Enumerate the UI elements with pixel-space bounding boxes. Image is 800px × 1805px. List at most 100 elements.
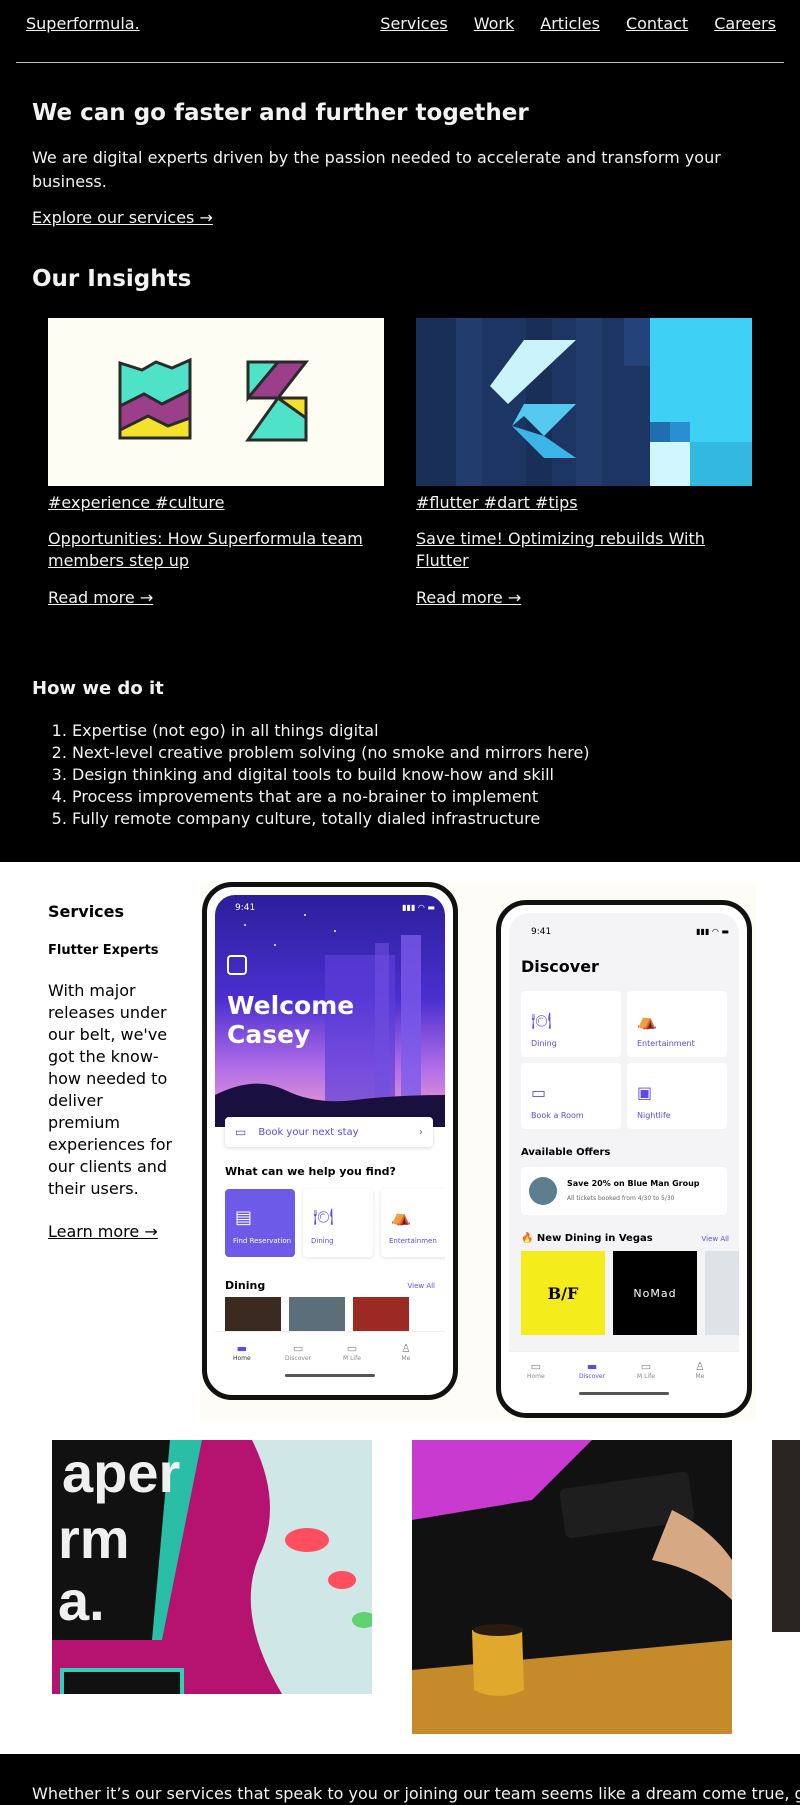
- tab-discover[interactable]: ▭ Discover: [285, 1342, 311, 1362]
- nav-careers[interactable]: Careers: [714, 14, 776, 33]
- tile-label: Dining: [531, 1039, 557, 1048]
- insight-title-link[interactable]: Opportunities: How Superformula team mem…: [48, 528, 384, 572]
- nav-articles[interactable]: Articles: [540, 14, 600, 33]
- list-item: Next-level creative problem solving (no …: [72, 742, 590, 764]
- bed-icon: ▭: [531, 1083, 547, 1102]
- restaurant-card[interactable]: [705, 1251, 739, 1335]
- dining-photo[interactable]: [289, 1297, 345, 1331]
- list-item: Process improvements that are a no-brain…: [72, 786, 590, 808]
- tab-label: Me: [695, 1373, 705, 1380]
- nav-services[interactable]: Services: [380, 14, 447, 33]
- stickers-image: aper rm a.: [52, 1440, 372, 1694]
- tab-mlife[interactable]: ▭ M Life: [637, 1360, 655, 1380]
- phone-mockup-discover: 9:41 ▮▮▮ ◠ ▬ Discover 🍽 Dining ⛺ Enterta…: [496, 900, 752, 1418]
- help-heading: What can we help you find?: [225, 1165, 396, 1178]
- home-icon: ▬: [236, 1342, 248, 1355]
- nav-contact[interactable]: Contact: [626, 14, 688, 33]
- person-icon: ♙: [401, 1342, 411, 1355]
- nav-work[interactable]: Work: [474, 14, 515, 33]
- hero-text: We are digital experts driven by the pas…: [32, 148, 721, 191]
- services-column: Services Flutter Experts With major rele…: [48, 902, 176, 1241]
- tile-label: Nightlife: [637, 1111, 671, 1120]
- phone-mockup-home: 9:41 ▮▮▮ ◠ ▬ Welcome Casey ▭ Book your n…: [202, 882, 458, 1400]
- insight-tags[interactable]: #experience #culture: [48, 492, 384, 514]
- home-icon: ▭: [530, 1360, 542, 1373]
- tab-label: M Life: [637, 1373, 655, 1380]
- sticker-photo: aper rm a.: [52, 1440, 372, 1694]
- discover-icon: ▬: [586, 1360, 598, 1373]
- top-navigation: Superformula. Services Work Articles Con…: [16, 0, 784, 63]
- tab-label: Home: [233, 1355, 251, 1362]
- tile-label: Book a Room: [531, 1111, 584, 1120]
- insight-card: #experience #culture Opportunities: How …: [48, 318, 384, 607]
- phone-screen: 9:41 ▮▮▮ ◠ ▬ Welcome Casey ▭ Book your n…: [215, 895, 445, 1389]
- status-icons: ▮▮▮ ◠ ▬: [402, 903, 435, 912]
- tab-mlife[interactable]: ▭ M Life: [343, 1342, 361, 1362]
- services-text: With major releases under our belt, we'v…: [48, 981, 173, 1198]
- read-more-link[interactable]: Read more →: [416, 588, 752, 607]
- footer-cta-band: Whether it’s our services that speak to …: [0, 1754, 800, 1805]
- insight-thumbnail-culture[interactable]: [48, 318, 384, 486]
- hero-title: We can go faster and further together: [32, 100, 529, 126]
- tile-find-reservation[interactable]: ▤ Find Reservation: [225, 1189, 295, 1257]
- tab-me[interactable]: ♙ Me: [401, 1342, 411, 1362]
- dining-photo[interactable]: [353, 1297, 409, 1331]
- speaker-icon: ▣: [637, 1083, 653, 1102]
- tab-label: Discover: [285, 1355, 312, 1362]
- offer-subtitle: All tickets booked from 4/30 to 5/30: [567, 1195, 675, 1202]
- tile-dining[interactable]: 🍽 Dining: [303, 1189, 373, 1257]
- tab-label: Discover: [579, 1373, 606, 1380]
- footer-cta-text: Whether it’s our services that speak to …: [32, 1784, 800, 1803]
- view-all-link[interactable]: View All: [407, 1282, 435, 1290]
- svg-text:aper: aper: [62, 1441, 180, 1504]
- tile-book-room[interactable]: ▭ Book a Room: [521, 1063, 621, 1129]
- phone-mockups: 9:41 ▮▮▮ ◠ ▬ Welcome Casey ▭ Book your n…: [200, 882, 756, 1422]
- dining-photo[interactable]: [225, 1297, 281, 1331]
- home-indicator: [285, 1374, 375, 1377]
- logo-link[interactable]: Superformula.: [26, 14, 140, 33]
- welcome-text: Welcome Casey: [227, 991, 355, 1049]
- view-all-link[interactable]: View All: [701, 1235, 729, 1243]
- tile-nightlife[interactable]: ▣ Nightlife: [627, 1063, 727, 1129]
- bottom-tab-bar: ▭ Home ▬ Discover ▭ M Life ♙ Me: [509, 1351, 739, 1407]
- mgm-logo-icon: [227, 955, 247, 975]
- svg-text:a.: a.: [58, 1569, 105, 1632]
- dining-heading: Dining: [225, 1279, 266, 1292]
- tab-home[interactable]: ▬ Home: [233, 1342, 251, 1362]
- insight-card: #flutter #dart #tips Save time! Optimizi…: [416, 318, 752, 607]
- hero-section: We can go faster and further together We…: [32, 100, 772, 227]
- offer-thumbnail: [529, 1177, 557, 1205]
- book-icon: ▤: [235, 1207, 253, 1228]
- discover-title: Discover: [521, 957, 599, 976]
- insight-title-link[interactable]: Save time! Optimizing rebuilds With Flut…: [416, 528, 752, 572]
- superformula-logo-illustration: [118, 357, 310, 442]
- tab-home[interactable]: ▭ Home: [527, 1360, 545, 1380]
- book-stay-button[interactable]: ▭ Book your next stay ›: [225, 1117, 433, 1147]
- flutter-logo-illustration: [416, 318, 752, 486]
- list-item: Design thinking and digital tools to bui…: [72, 764, 590, 786]
- list-item: Expertise (not ego) in all things digita…: [72, 720, 590, 742]
- tab-label: Home: [527, 1373, 545, 1380]
- tab-discover[interactable]: ▬ Discover: [579, 1360, 605, 1380]
- offer-card[interactable]: Save 20% on Blue Man Group All tickets b…: [521, 1167, 727, 1215]
- tile-dining[interactable]: 🍽 Dining: [521, 991, 621, 1057]
- dining-icon: 🍽: [313, 1207, 334, 1226]
- tab-label: Me: [401, 1355, 411, 1362]
- desk-photo: [412, 1440, 732, 1734]
- tile-entertainment[interactable]: ⛺ Entertainment: [627, 991, 727, 1057]
- bed-icon: ▭: [235, 1125, 247, 1139]
- insight-tags[interactable]: #flutter #dart #tips: [416, 492, 752, 514]
- status-time: 9:41: [235, 903, 256, 913]
- tile-label: Dining: [311, 1237, 334, 1245]
- read-more-link[interactable]: Read more →: [48, 588, 384, 607]
- desk-image: [412, 1440, 732, 1734]
- learn-more-link[interactable]: Learn more →: [48, 1222, 158, 1241]
- tile-entertainment[interactable]: ⛺ Entertainmen: [381, 1189, 445, 1257]
- tab-me[interactable]: ♙ Me: [695, 1360, 705, 1380]
- restaurant-card-nomad[interactable]: NoMad: [613, 1251, 697, 1335]
- restaurant-card-bf[interactable]: B/F: [521, 1251, 605, 1335]
- new-dining-heading: 🔥 New Dining in Vegas: [521, 1233, 653, 1244]
- explore-services-link[interactable]: Explore our services →: [32, 208, 213, 227]
- phone-screen: 9:41 ▮▮▮ ◠ ▬ Discover 🍽 Dining ⛺ Enterta…: [509, 913, 739, 1407]
- insight-thumbnail-flutter[interactable]: [416, 318, 752, 486]
